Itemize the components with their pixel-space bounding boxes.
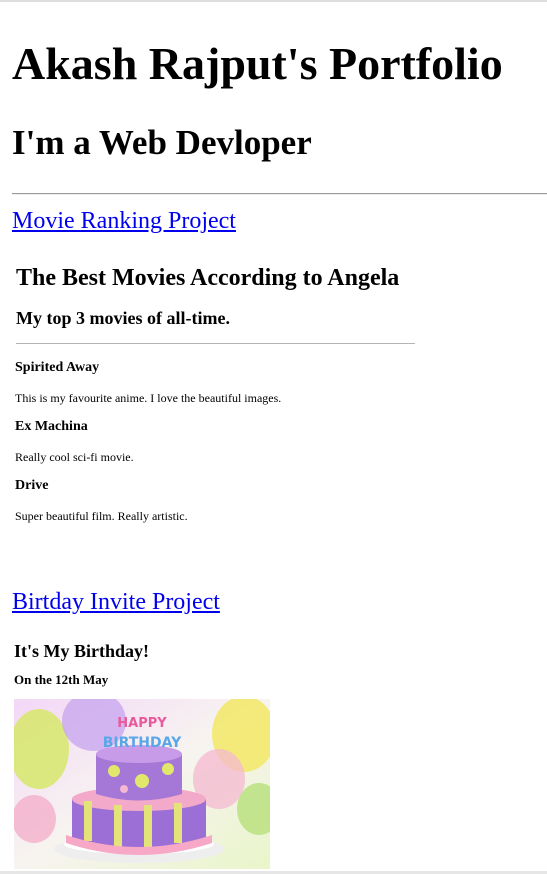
page-subtitle: I'm a Web Devloper bbox=[12, 123, 312, 162]
movies-divider bbox=[16, 343, 415, 344]
birthday-date: On the 12th May bbox=[14, 672, 109, 687]
page-title: Akash Rajput's Portfolio bbox=[12, 38, 503, 89]
movie-desc-spirited-away: This is my favourite anime. I love the b… bbox=[15, 391, 282, 405]
movie-title-spirited-away: Spirited Away bbox=[15, 360, 100, 375]
movies-subtitle: My top 3 movies of all-time. bbox=[16, 308, 230, 328]
window-top-border bbox=[0, 0, 547, 2]
movie-ranking-embed: The Best Movies According to Angela My t… bbox=[12, 250, 432, 550]
section-divider bbox=[12, 193, 547, 195]
movie-title-drive: Drive bbox=[15, 478, 49, 493]
birthday-cake-image: HAPPY BIRTHDAY bbox=[14, 699, 270, 869]
cake-candle-text-top: HAPPY bbox=[117, 716, 167, 731]
movie-desc-drive: Super beautiful film. Really artistic. bbox=[15, 509, 188, 523]
movies-title: The Best Movies According to Angela bbox=[16, 265, 400, 291]
movie-desc-ex-machina: Really cool sci-fi movie. bbox=[15, 450, 134, 464]
movie-title-ex-machina: Ex Machina bbox=[15, 419, 88, 434]
movie-ranking-project-link[interactable]: Movie Ranking Project bbox=[12, 207, 236, 235]
birthday-invite-project-link[interactable]: Birtday Invite Project bbox=[12, 588, 220, 616]
birthday-title: It's My Birthday! bbox=[14, 641, 149, 661]
cake-candle-text-bottom: BIRTHDAY bbox=[103, 735, 182, 751]
